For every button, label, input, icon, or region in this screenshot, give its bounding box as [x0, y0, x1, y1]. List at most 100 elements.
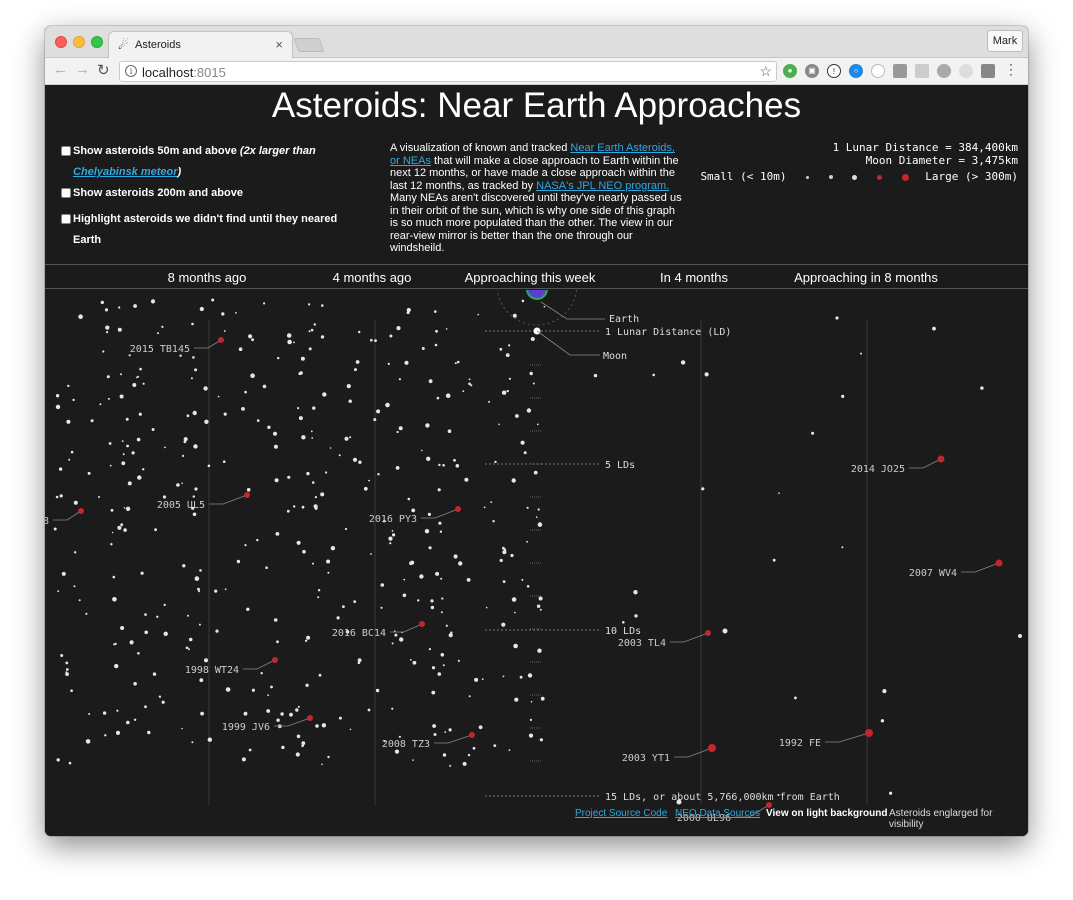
asteroid-dot[interactable]: [344, 436, 349, 441]
asteroid-dot[interactable]: [510, 553, 514, 558]
asteroid-dot[interactable]: [449, 764, 452, 767]
asteroid-dot[interactable]: [464, 477, 469, 482]
asteroid-dot[interactable]: [106, 331, 109, 334]
asteroid-dot[interactable]: [144, 705, 147, 709]
asteroid-dot[interactable]: [634, 614, 638, 618]
hazard-asteroid-dot[interactable]: [469, 732, 475, 738]
asteroid-dot[interactable]: [182, 454, 185, 457]
asteroid-dot[interactable]: [409, 659, 412, 661]
asteroid-dot[interactable]: [314, 506, 318, 510]
chelyabinsk-link[interactable]: Chelyabinsk meteor: [73, 166, 178, 178]
asteroid-dot[interactable]: [536, 604, 541, 608]
asteroid-dot[interactable]: [501, 390, 507, 395]
asteroid-dot[interactable]: [403, 578, 406, 581]
asteroid-dot[interactable]: [392, 533, 396, 537]
asteroid-dot[interactable]: [521, 578, 524, 581]
asteroid-dot[interactable]: [114, 663, 119, 669]
asteroid-dot[interactable]: [395, 466, 400, 470]
asteroid-dot[interactable]: [835, 316, 839, 320]
asteroid-dot[interactable]: [289, 712, 293, 717]
asteroid-dot[interactable]: [198, 623, 201, 626]
asteroid-dot[interactable]: [317, 596, 320, 599]
profile-button[interactable]: Mark: [987, 30, 1023, 52]
asteroid-dot[interactable]: [260, 672, 263, 675]
asteroid-dot[interactable]: [407, 497, 411, 501]
asteroid-dot[interactable]: [199, 678, 204, 683]
asteroid-dot[interactable]: [129, 640, 134, 645]
asteroid-dot[interactable]: [157, 332, 159, 335]
asteroid-dot[interactable]: [99, 403, 102, 406]
asteroid-dot[interactable]: [136, 437, 141, 442]
asteroid-dot[interactable]: [118, 306, 121, 309]
asteroid-dot[interactable]: [125, 417, 129, 421]
asteroid-dot[interactable]: [164, 446, 166, 449]
asteroid-dot[interactable]: [108, 442, 112, 445]
asteroid-dot[interactable]: [462, 761, 467, 766]
asteroid-dot[interactable]: [193, 444, 198, 449]
hazard-asteroid-dot[interactable]: [455, 506, 461, 512]
asteroid-dot[interactable]: [246, 607, 250, 611]
asteroid-dot[interactable]: [932, 326, 936, 331]
asteroid-dot[interactable]: [305, 683, 309, 687]
hazard-asteroid-dot[interactable]: [244, 492, 250, 498]
asteroid-dot[interactable]: [199, 569, 202, 572]
asteroid-dot[interactable]: [152, 672, 157, 676]
asteroid-dot[interactable]: [543, 305, 546, 308]
asteroid-dot[interactable]: [526, 585, 530, 588]
asteroid-dot[interactable]: [391, 530, 394, 532]
asteroid-dot[interactable]: [326, 559, 331, 564]
asteroid-dot[interactable]: [357, 661, 361, 665]
asteroid-dot[interactable]: [65, 668, 69, 671]
asteroid-dot[interactable]: [428, 379, 433, 384]
asteroid-dot[interactable]: [468, 378, 471, 381]
asteroid-dot[interactable]: [312, 562, 314, 565]
asteroid-dot[interactable]: [192, 410, 197, 416]
asteroid-dot[interactable]: [438, 521, 442, 525]
asteroid-dot[interactable]: [273, 444, 278, 449]
asteroid-dot[interactable]: [325, 471, 328, 474]
asteroid-dot[interactable]: [296, 540, 301, 545]
asteroid-dot[interactable]: [457, 659, 460, 662]
asteroid-dot[interactable]: [110, 543, 113, 546]
asteroid-dot[interactable]: [398, 735, 401, 738]
asteroid-dot[interactable]: [120, 373, 122, 376]
asteroid-dot[interactable]: [156, 615, 159, 618]
asteroid-dot[interactable]: [498, 423, 500, 426]
asteroid-dot[interactable]: [203, 658, 209, 663]
browser-tab[interactable]: ☄ Asteroids ×: [108, 31, 293, 58]
asteroid-dot[interactable]: [270, 685, 273, 689]
asteroid-dot[interactable]: [380, 583, 385, 587]
asteroid-dot[interactable]: [419, 574, 424, 579]
hazard-asteroid-dot[interactable]: [218, 337, 224, 343]
asteroid-dot[interactable]: [297, 705, 300, 708]
asteroid-dot[interactable]: [139, 367, 142, 371]
asteroid-dot[interactable]: [299, 371, 303, 375]
extension-icon[interactable]: ●: [783, 64, 797, 78]
asteroid-dot[interactable]: [301, 741, 306, 746]
back-icon[interactable]: ←: [53, 61, 68, 78]
asteroid-dot[interactable]: [445, 624, 448, 627]
asteroid-dot[interactable]: [794, 696, 797, 700]
asteroid-dot[interactable]: [125, 506, 131, 511]
asteroid-dot[interactable]: [100, 300, 104, 305]
asteroid-dot[interactable]: [412, 759, 414, 761]
asteroid-dot[interactable]: [300, 356, 305, 361]
asteroid-dot[interactable]: [58, 467, 63, 471]
reload-icon[interactable]: ↻: [97, 61, 110, 79]
asteroid-dot[interactable]: [502, 580, 506, 583]
asteroid-dot[interactable]: [85, 739, 91, 744]
asteroid-dot[interactable]: [445, 393, 451, 398]
asteroid-dot[interactable]: [182, 564, 186, 568]
asteroid-dot[interactable]: [274, 478, 279, 483]
asteroid-dot[interactable]: [358, 460, 362, 464]
asteroid-dot[interactable]: [532, 382, 535, 385]
asteroid-dot[interactable]: [529, 718, 532, 721]
asteroid-dot[interactable]: [85, 612, 88, 615]
asteroid-dot[interactable]: [520, 440, 525, 445]
asteroid-dot[interactable]: [530, 700, 533, 703]
asteroid-dot[interactable]: [458, 561, 463, 566]
asteroid-dot[interactable]: [133, 304, 137, 308]
asteroid-dot[interactable]: [511, 478, 516, 483]
asteroid-dot[interactable]: [367, 708, 371, 712]
asteroid-dot[interactable]: [880, 719, 885, 723]
